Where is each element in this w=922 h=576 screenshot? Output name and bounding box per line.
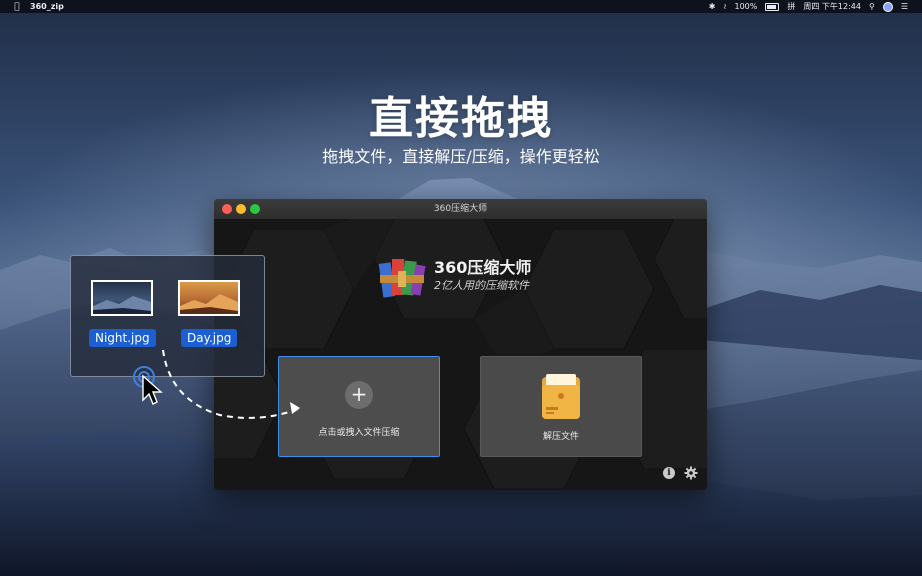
desktop-background:  360_zip ✱ ≀ 100% 拼 周四 下午12:44 ⚲ ☰ 直接拖拽… [0,0,922,576]
drag-path-arrow [162,349,299,419]
drag-overlay [133,349,300,419]
arrowhead-icon [290,402,300,414]
cursor-arrow-icon [142,374,163,405]
